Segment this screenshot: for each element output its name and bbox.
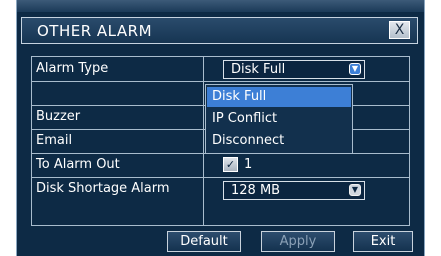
- alarm-type-select[interactable]: Disk Full ▼: [223, 60, 365, 79]
- row-to-alarm-out: To Alarm Out ✓ 1: [32, 153, 409, 178]
- chevron-down-icon: ▼: [349, 63, 361, 75]
- button-bar: Default Apply Exit: [17, 231, 426, 253]
- alarm-type-value: Disk Full: [231, 62, 286, 77]
- window-top-strip: [17, 0, 424, 12]
- chevron-down-icon: ▼: [349, 184, 361, 196]
- disk-shortage-select[interactable]: 128 MB ▼: [223, 181, 365, 200]
- disk-shortage-value: 128 MB: [231, 183, 281, 198]
- alarm-type-dropdown-list: Disk Full IP Conflict Disconnect: [205, 84, 353, 154]
- disk-shortage-label: Disk Shortage Alarm: [36, 181, 170, 196]
- other-alarm-dialog: OTHER ALARM X Alarm Type Disk Full ▼ Buz…: [16, 0, 425, 256]
- default-button[interactable]: Default: [167, 231, 241, 252]
- email-label: Email: [36, 133, 73, 148]
- close-button[interactable]: X: [389, 21, 410, 39]
- dropdown-option-disconnect[interactable]: Disconnect: [207, 131, 351, 151]
- to-alarm-out-label: To Alarm Out: [36, 157, 120, 172]
- title-bar: OTHER ALARM X: [21, 17, 418, 44]
- row-alarm-type: Alarm Type Disk Full ▼: [32, 57, 409, 82]
- dropdown-option-ip-conflict[interactable]: IP Conflict: [207, 109, 351, 129]
- dialog-title: OTHER ALARM: [37, 22, 153, 40]
- checkmark-icon: ✓: [225, 158, 236, 171]
- dropdown-option-disk-full[interactable]: Disk Full: [207, 87, 351, 107]
- close-icon: X: [394, 22, 405, 38]
- to-alarm-out-checkbox[interactable]: ✓: [223, 157, 238, 172]
- to-alarm-out-value: 1: [244, 157, 253, 172]
- exit-button[interactable]: Exit: [353, 231, 413, 252]
- buzzer-label: Buzzer: [36, 109, 81, 124]
- alarm-type-label: Alarm Type: [36, 61, 109, 76]
- row-disk-shortage: Disk Shortage Alarm 128 MB ▼: [32, 177, 409, 201]
- apply-button[interactable]: Apply: [261, 231, 335, 252]
